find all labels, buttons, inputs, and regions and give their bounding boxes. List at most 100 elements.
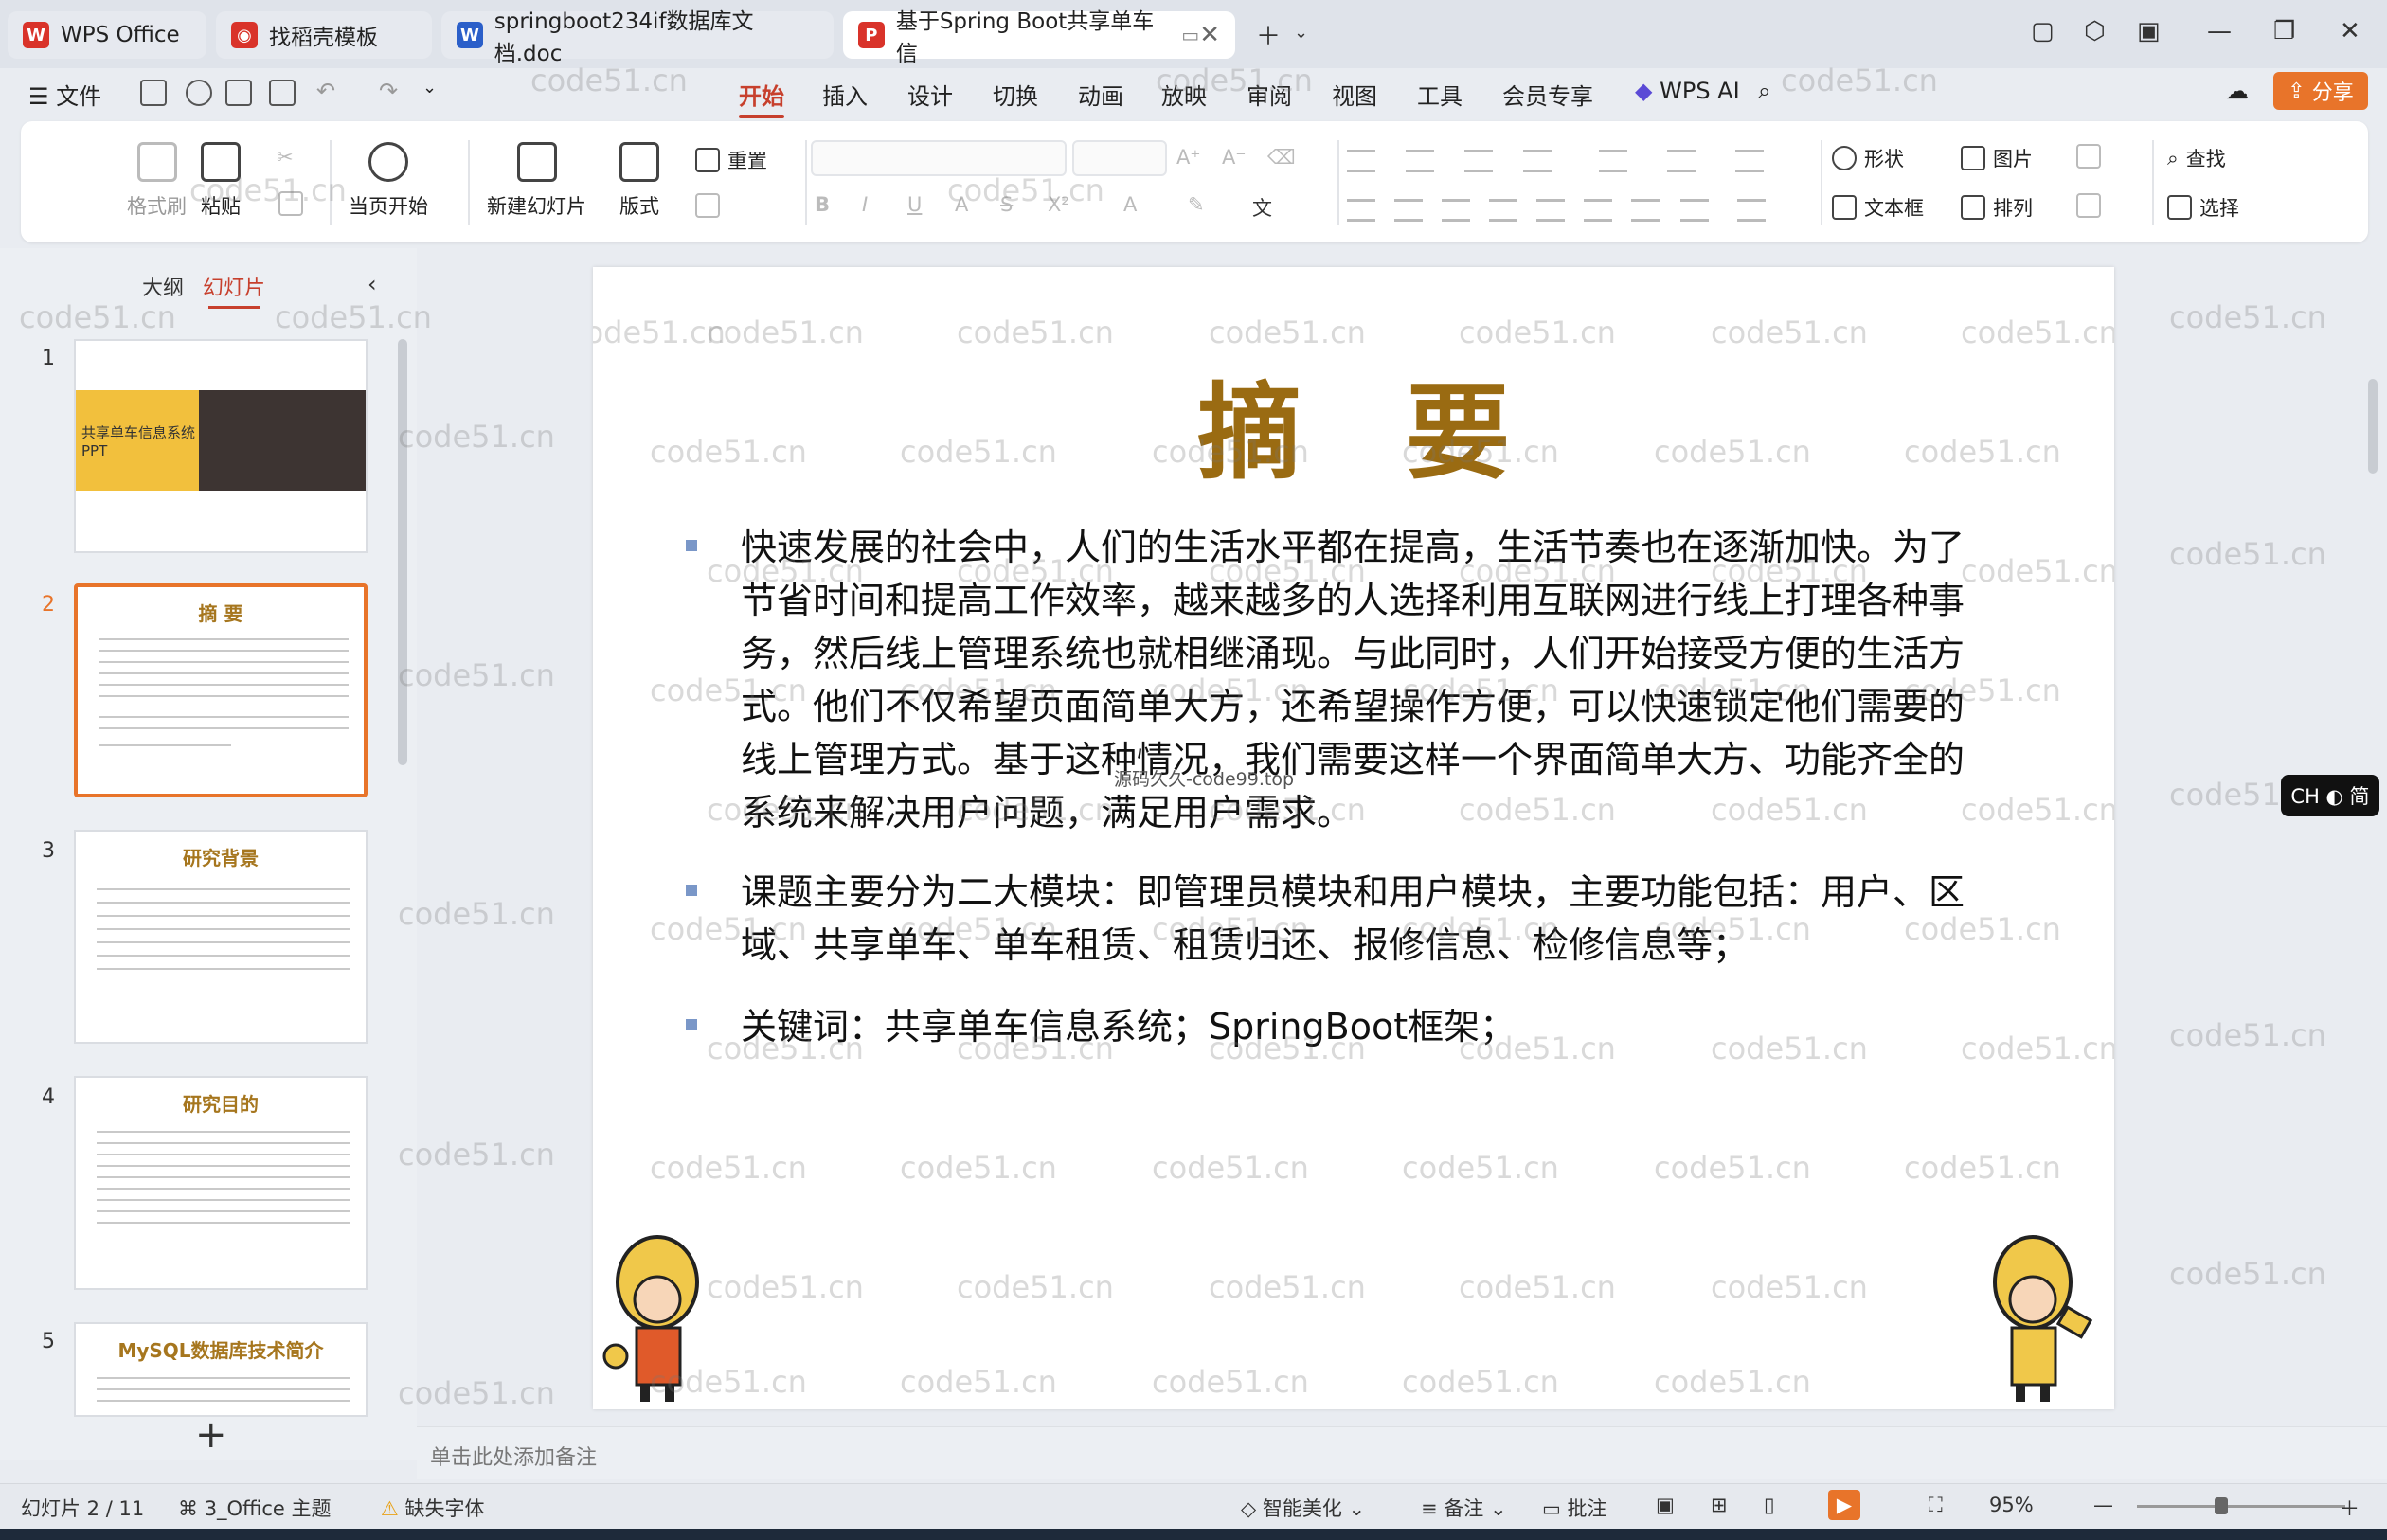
layout-button[interactable]: 版式 xyxy=(619,142,659,220)
reading-view-icon[interactable]: ▯ xyxy=(1764,1494,1775,1516)
cut-icon[interactable]: ✂ xyxy=(277,146,294,169)
slide-paragraph[interactable]: 课题主要分为二大模块：即管理员模块和用户模块，主要功能包括：用户、区域、共享单车… xyxy=(741,866,1991,972)
fit-window-icon[interactable]: ⛶ xyxy=(1929,1494,1943,1517)
zoom-slider-thumb[interactable] xyxy=(2215,1497,2228,1514)
numbered-list-icon[interactable] xyxy=(1406,150,1434,172)
menu-slideshow[interactable]: 放映 xyxy=(1161,78,1207,111)
menu-transition[interactable]: 切换 xyxy=(993,78,1038,111)
play-slideshow-icon[interactable]: ▶ xyxy=(1828,1490,1860,1520)
notes-pane[interactable]: 单击此处添加备注 xyxy=(417,1426,2387,1479)
align-center-icon[interactable] xyxy=(1394,199,1423,222)
slide-title[interactable]: 摘要 xyxy=(593,348,2114,499)
increase-indent-icon[interactable] xyxy=(1523,150,1552,172)
share-button[interactable]: ⇪ 分享 xyxy=(2273,72,2368,110)
menu-design[interactable]: 设计 xyxy=(907,78,953,111)
tab-outline[interactable]: 大纲 xyxy=(142,271,184,301)
italic-icon[interactable]: I xyxy=(862,193,868,216)
zoom-slider[interactable] xyxy=(2137,1505,2345,1508)
font-size-select[interactable] xyxy=(1072,140,1167,176)
undo-icon[interactable]: ↶ xyxy=(316,78,335,104)
tab-docer[interactable]: ◉ 找稻壳模板 xyxy=(216,11,432,59)
zoom-out-icon[interactable]: — xyxy=(2093,1494,2113,1516)
zoom-level[interactable]: 95% xyxy=(1989,1494,2034,1516)
strikethrough-icon[interactable]: S xyxy=(1000,193,1013,216)
slide-thumbnail-5[interactable]: MySQL数据库技术简介 xyxy=(74,1322,368,1417)
vertical-align-icon[interactable] xyxy=(1737,199,1766,222)
window-layout-icon[interactable]: ▢ xyxy=(2031,17,2055,45)
bullet-list-icon[interactable] xyxy=(1347,150,1375,172)
collapse-panel-icon[interactable]: ‹ xyxy=(368,271,377,297)
clear-format-icon[interactable]: ⌫ xyxy=(1267,146,1296,169)
start-from-current-button[interactable]: 当页开始 xyxy=(349,142,428,220)
slide-thumbnail-3[interactable]: 研究背景 xyxy=(74,830,368,1044)
slide-paragraph[interactable]: 关键词：共享单车信息系统；SpringBoot框架； xyxy=(741,1000,1991,1053)
line-spacing-icon[interactable] xyxy=(1584,199,1612,222)
font-color-icon[interactable]: A xyxy=(1123,193,1137,216)
slide-thumbnail-1[interactable]: 共享单车信息系统PPT xyxy=(74,339,368,553)
tab-wps-office[interactable]: W WPS Office xyxy=(8,11,206,59)
file-menu[interactable]: ☰ 文件 xyxy=(28,78,101,111)
beautify-button[interactable]: ◇ 智能美化 ⌄ xyxy=(1241,1494,1365,1522)
menu-membership[interactable]: 会员专享 xyxy=(1502,78,1593,111)
increase-font-icon[interactable]: A⁺ xyxy=(1176,146,1200,169)
underline-icon[interactable]: U xyxy=(907,193,922,216)
copy-button[interactable] xyxy=(278,191,311,216)
share-link-icon[interactable] xyxy=(186,80,212,106)
wps-ai-button[interactable]: ◆ WPS AI xyxy=(1635,78,1740,104)
tab-word-doc[interactable]: W springboot234if数据库文档.doc xyxy=(441,9,834,66)
redo-icon[interactable]: ↷ xyxy=(379,78,398,104)
shadow-icon[interactable]: A xyxy=(955,193,968,216)
menu-review[interactable]: 审阅 xyxy=(1247,78,1292,111)
text-direction-icon[interactable] xyxy=(1667,150,1696,172)
ime-indicator[interactable]: CH ◐ 简 xyxy=(2281,775,2379,816)
theme-button[interactable]: ⌘ 3_Office 主题 xyxy=(178,1494,332,1522)
slide-canvas[interactable]: 摘要 快速发展的社会中，人们的生活水平都在提高，生活节奏也在逐渐加快。为了节省时… xyxy=(593,267,2114,1409)
select-button[interactable]: 选择 xyxy=(2167,193,2239,222)
menu-view[interactable]: 视图 xyxy=(1332,78,1377,111)
decrease-font-icon[interactable]: A⁻ xyxy=(1222,146,1246,169)
menu-home[interactable]: 开始 xyxy=(739,78,784,118)
slide-sorter-icon[interactable]: ⊞ xyxy=(1711,1494,1728,1516)
align-right-icon[interactable] xyxy=(1442,199,1470,222)
close-tab-icon[interactable]: ✕ xyxy=(1199,21,1220,49)
section-button[interactable] xyxy=(695,193,727,218)
paragraph-spacing-icon[interactable] xyxy=(1631,199,1660,222)
print-icon[interactable] xyxy=(225,80,252,106)
highlight-icon[interactable]: ✎ xyxy=(1188,193,1205,216)
textbox-button[interactable]: 文本框 xyxy=(1832,193,1924,222)
avatar[interactable]: ▣ xyxy=(2137,17,2161,45)
save-icon[interactable] xyxy=(140,80,167,106)
reset-button[interactable]: 重置 xyxy=(695,146,767,174)
fill-button[interactable] xyxy=(2076,144,2109,169)
shape-button[interactable]: 形状 xyxy=(1832,144,1904,172)
convert-icon[interactable] xyxy=(1735,150,1764,172)
comments-button[interactable]: ▭ 批注 xyxy=(1542,1494,1607,1522)
menu-animation[interactable]: 动画 xyxy=(1078,78,1123,111)
justify-icon[interactable] xyxy=(1489,199,1517,222)
slide-thumbnail-4[interactable]: 研究目的 xyxy=(74,1076,368,1290)
font-family-select[interactable] xyxy=(811,140,1067,176)
panel-scrollbar[interactable] xyxy=(398,339,407,765)
text-align-icon[interactable] xyxy=(1680,199,1709,222)
chevron-down-icon[interactable]: ⌄ xyxy=(1294,23,1308,43)
superscript-icon[interactable]: X² xyxy=(1048,193,1069,216)
align-left-icon[interactable] xyxy=(1347,199,1375,222)
quick-access-chevron-icon[interactable]: ⌄ xyxy=(422,78,437,98)
format-painter-button[interactable]: 格式刷 xyxy=(127,142,187,220)
slide-scrollbar[interactable] xyxy=(2368,379,2378,474)
cloud-upload-icon[interactable]: ☁ xyxy=(2226,78,2249,104)
add-slide-button[interactable]: + xyxy=(195,1413,227,1457)
notes-button[interactable]: ≡ 备注 ⌄ xyxy=(1421,1494,1507,1522)
columns-icon[interactable] xyxy=(1599,150,1627,172)
arrange-button[interactable]: 排列 xyxy=(1961,193,2033,222)
tab-slides[interactable]: 幻灯片 xyxy=(203,271,265,309)
maximize-icon[interactable]: ❐ xyxy=(2273,17,2295,45)
box-icon[interactable]: ⬡ xyxy=(2084,17,2106,45)
bold-icon[interactable]: B xyxy=(815,193,830,216)
phonetic-icon[interactable]: 文 xyxy=(1252,193,1272,222)
menu-tools[interactable]: 工具 xyxy=(1417,78,1463,111)
outline-button[interactable] xyxy=(2076,193,2109,218)
tab-ppt-active[interactable]: P 基于Spring Boot共享单车信 ▭ ✕ xyxy=(843,9,1235,66)
picture-button[interactable]: 图片 xyxy=(1961,144,2033,172)
slide-thumbnail-2[interactable]: 摘 要 xyxy=(74,583,368,797)
